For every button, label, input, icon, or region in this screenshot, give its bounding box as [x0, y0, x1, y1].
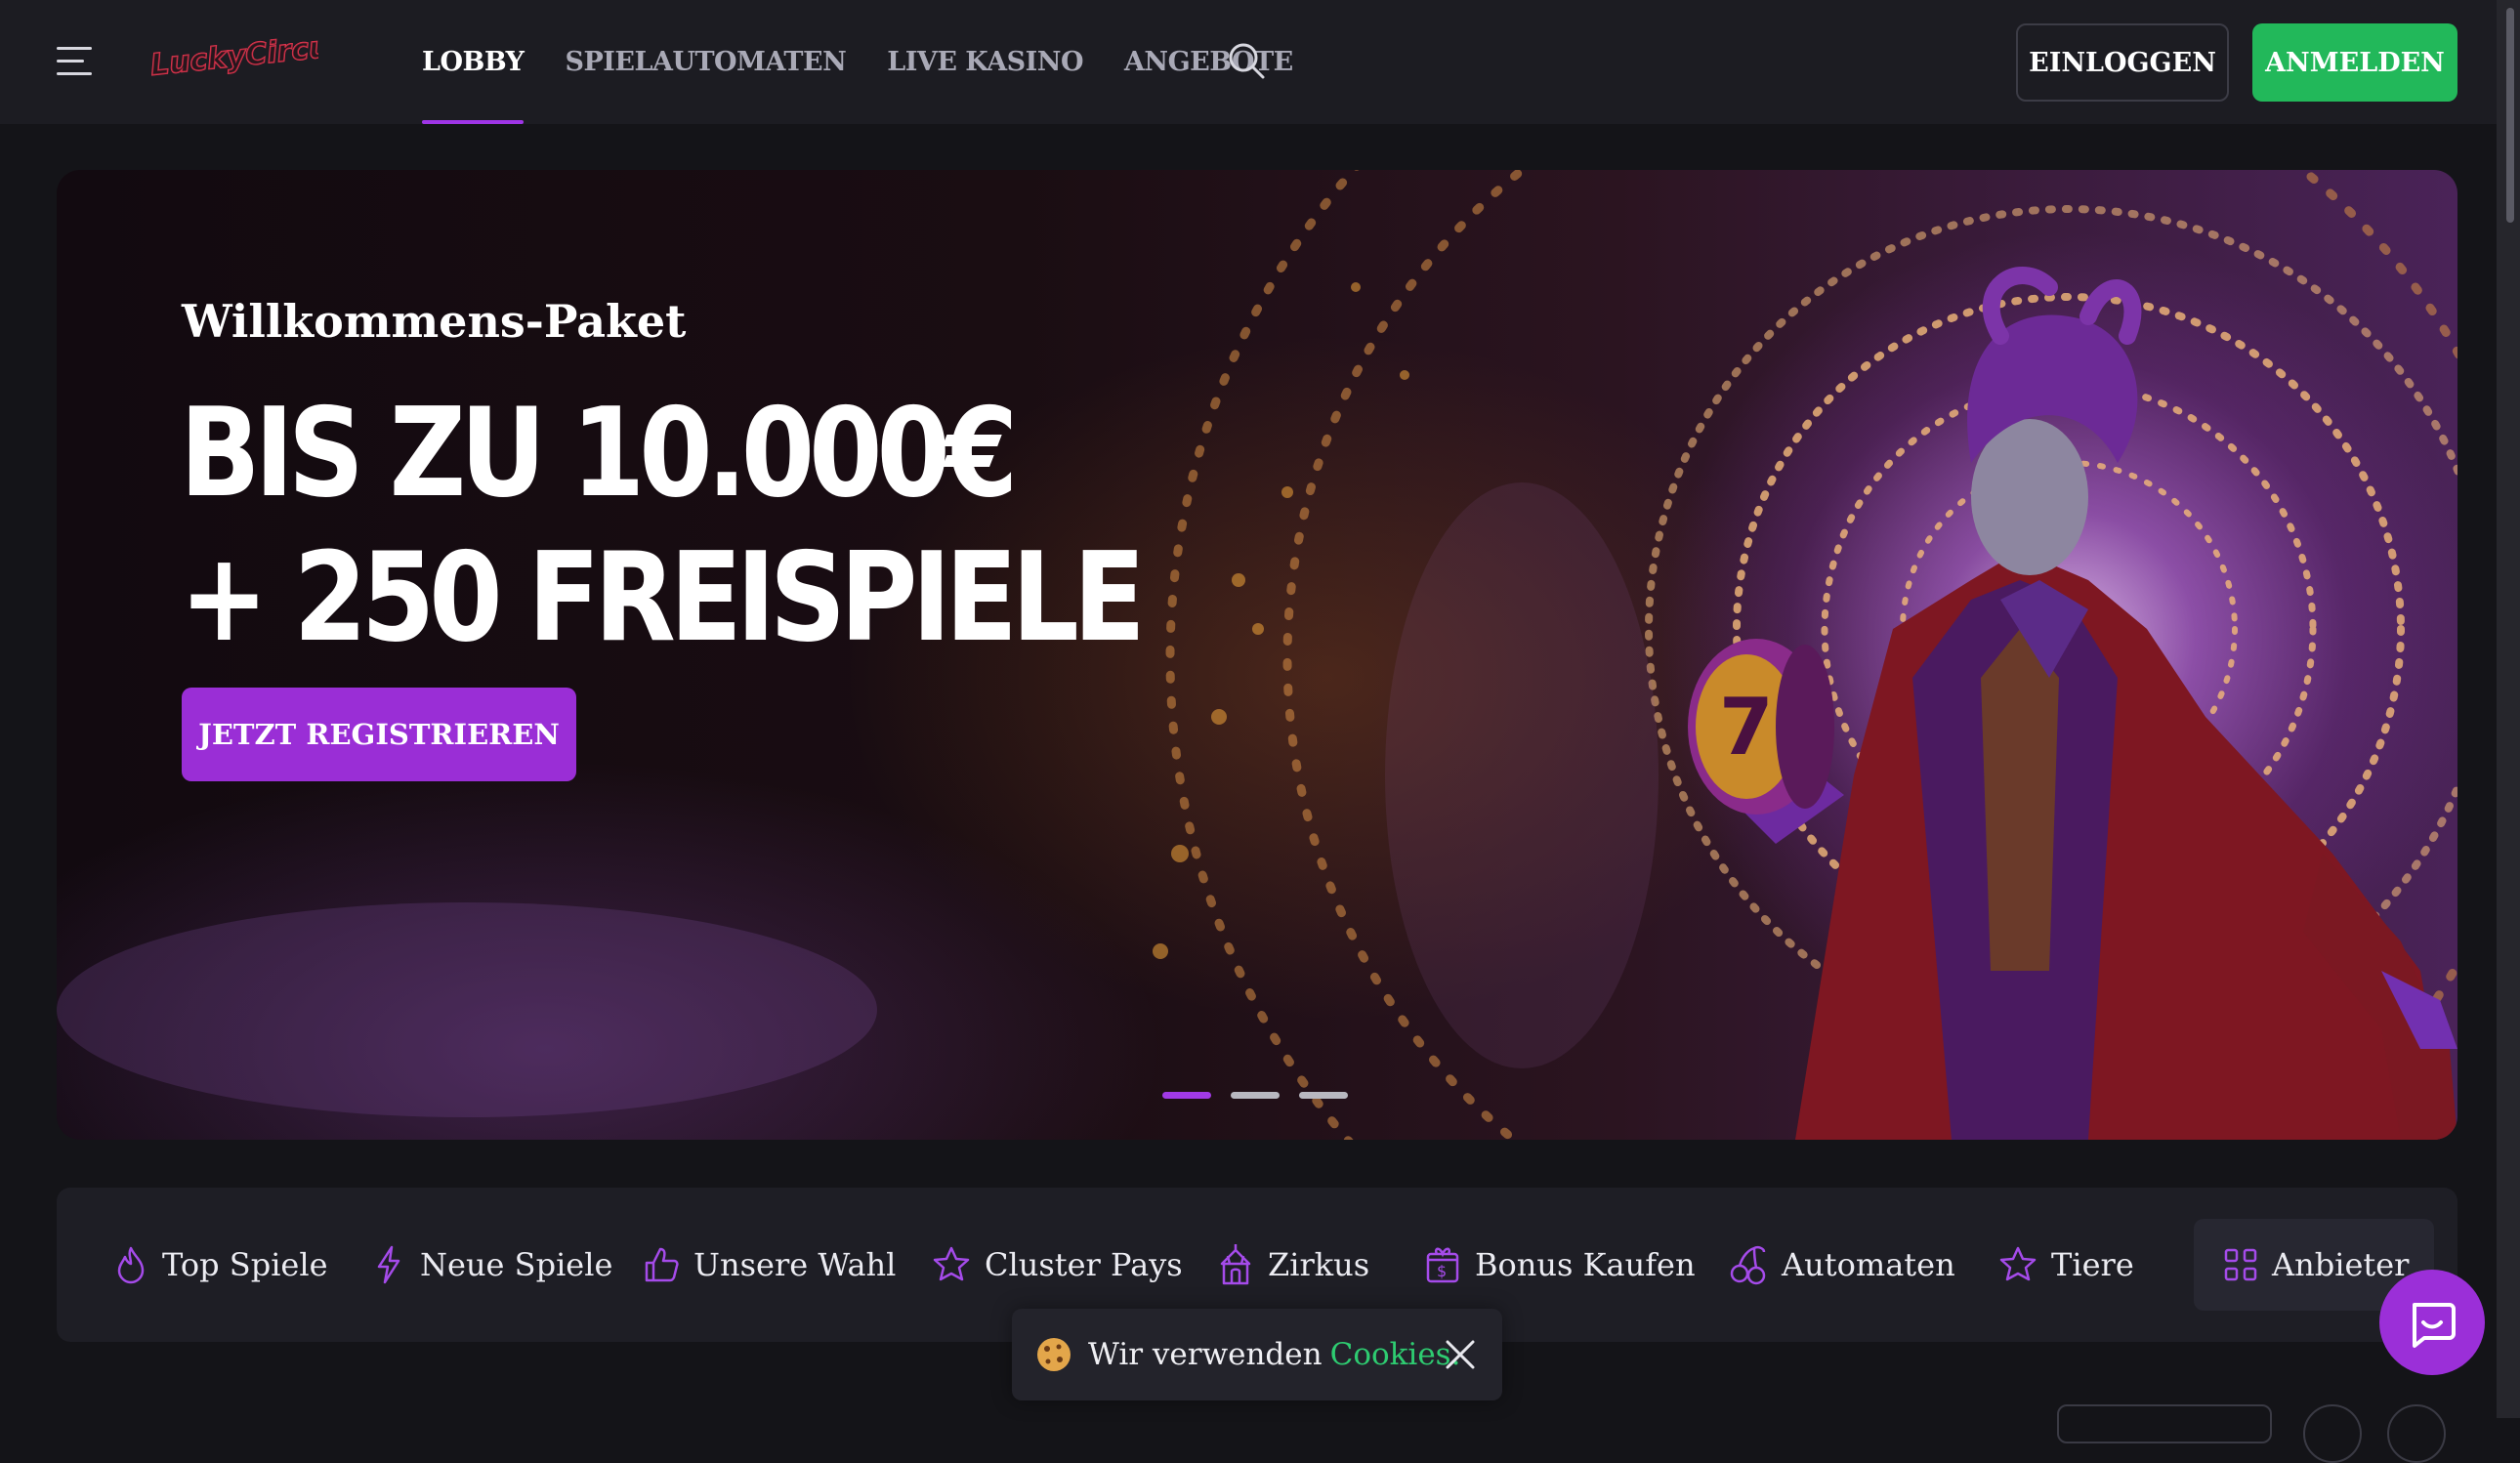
menu-icon[interactable] [57, 47, 96, 76]
category-unsere-wahl[interactable]: Unsere Wahl [643, 1188, 896, 1342]
hero-subtitle: Willkommens-Paket [182, 295, 687, 348]
lightning-icon [377, 1245, 400, 1284]
carousel-dot-1[interactable] [1162, 1092, 1211, 1099]
thumbs-up-icon [645, 1247, 679, 1282]
gift-dollar-icon: $ [1426, 1247, 1459, 1283]
hero-title-line-1: BIS ZU 10.000€ [180, 381, 1018, 524]
close-icon[interactable] [1442, 1336, 1479, 1373]
carousel-dot-2[interactable] [1231, 1092, 1280, 1099]
nav-live-kasino[interactable]: LIVE KASINO [887, 0, 1083, 124]
top-header: LuckyCircus LuckyCircus LOBBY SPIELAUTOM… [0, 0, 2497, 124]
live-chat-button[interactable] [2379, 1270, 2485, 1375]
category-label: Cluster Pays [985, 1246, 1183, 1283]
category-label: Tiere [2051, 1246, 2134, 1283]
category-tiere[interactable]: Tiere [1998, 1188, 2134, 1342]
hero-banner[interactable]: 7 Willkommens-Paket BIS ZU 10.000€ + 250… [57, 170, 2457, 1140]
register-now-button[interactable]: JETZT REGISTRIEREN [182, 688, 576, 781]
star-outline-icon [1999, 1246, 2037, 1281]
svg-text:7: 7 [1719, 682, 1774, 773]
main-nav: LOBBY SPIELAUTOMATEN LIVE KASINO ANGEBOT… [422, 0, 1334, 124]
category-top-spiele[interactable]: Top Spiele [113, 1188, 328, 1342]
nav-lobby[interactable]: LOBBY [422, 0, 525, 124]
sort-select[interactable] [2057, 1404, 2272, 1443]
svg-text:$: $ [1437, 1262, 1447, 1280]
login-button[interactable]: EINLOGGEN [2016, 23, 2229, 102]
category-label: Neue Spiele [420, 1246, 613, 1283]
prev-arrow-button[interactable] [2303, 1404, 2362, 1463]
cookie-icon [1037, 1338, 1071, 1371]
svg-text:LuckyCircus: LuckyCircus [148, 28, 318, 83]
hero-title-line-2: + 250 FREISPIELE [180, 525, 1146, 669]
star-icon [933, 1246, 970, 1281]
lucky-circus-logo[interactable]: LuckyCircus LuckyCircus [147, 27, 318, 92]
cookie-text: Wir verwenden Cookies. [1088, 1309, 1460, 1400]
category-label: Top Spiele [162, 1246, 328, 1283]
cookie-message: Wir verwenden [1088, 1337, 1323, 1372]
scrollbar-thumb[interactable] [2506, 8, 2514, 223]
category-label: Unsere Wahl [693, 1246, 897, 1283]
category-automaten[interactable]: Automaten [1729, 1188, 1955, 1342]
category-label: Bonus Kaufen [1475, 1246, 1696, 1283]
category-label: Automaten [1782, 1246, 1955, 1283]
carousel-dot-3[interactable] [1299, 1092, 1348, 1099]
grid-icon [2224, 1248, 2257, 1281]
nav-angebote[interactable]: ANGEBOTE [1124, 0, 1293, 124]
flame-icon [117, 1246, 145, 1284]
category-label: Anbieter [2272, 1246, 2410, 1283]
cookie-notice: Wir verwenden Cookies. [1012, 1309, 1502, 1400]
category-label: Zirkus [1268, 1246, 1370, 1283]
cherries-icon [1730, 1245, 1766, 1285]
chat-bubble-icon [2413, 1303, 2456, 1348]
hero-title: BIS ZU 10.000€ + 250 FREISPIELE [180, 381, 1146, 670]
nav-spielautomaten[interactable]: SPIELAUTOMATEN [565, 0, 846, 124]
signup-button[interactable]: ANMELDEN [2252, 23, 2457, 102]
category-neue-spiele[interactable]: Neue Spiele [371, 1188, 612, 1342]
circus-tent-icon [1220, 1244, 1251, 1285]
next-arrow-button[interactable] [2387, 1404, 2446, 1463]
carousel-dots [1162, 1092, 1348, 1099]
search-icon[interactable] [1227, 41, 1266, 80]
